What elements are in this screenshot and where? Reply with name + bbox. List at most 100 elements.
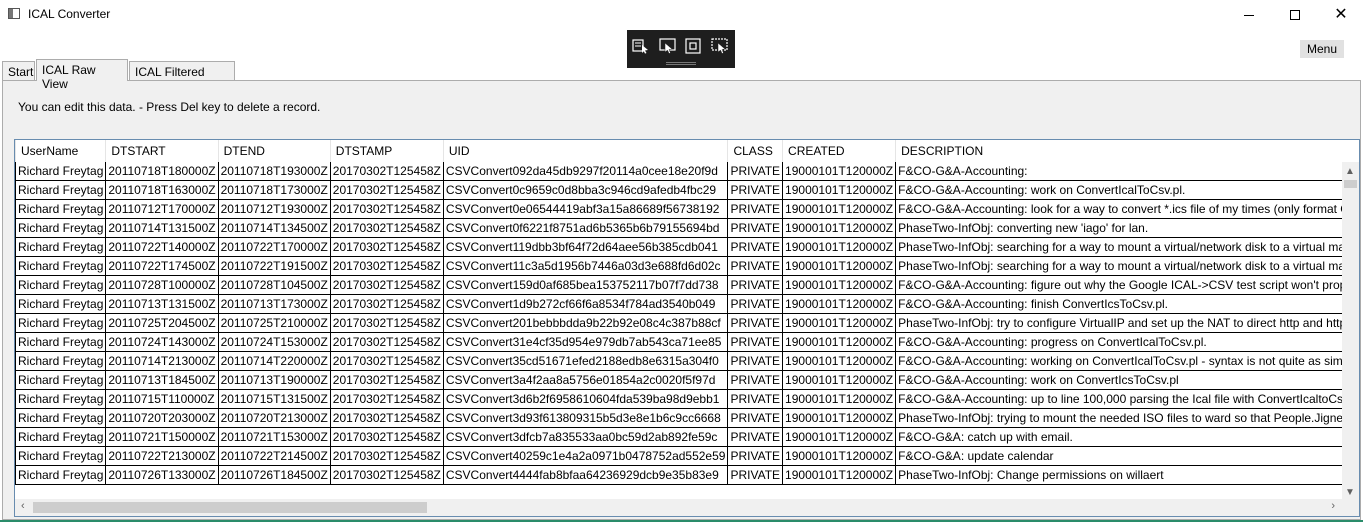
cell-dtend[interactable]: 20110715T131500Z: [218, 389, 331, 409]
cell-description[interactable]: F&CO-G&A: catch up with email.: [895, 427, 1359, 447]
table-row[interactable]: Richard Freytag 20110728T100000Z 20110728T…: [15, 275, 1359, 295]
cell-username[interactable]: Richard Freytag: [15, 313, 107, 333]
cell-dtstamp[interactable]: 20170302T125458Z: [330, 218, 444, 238]
cell-dtstamp[interactable]: 20170302T125458Z: [330, 256, 444, 276]
column-header-class[interactable]: CLASS: [727, 140, 784, 162]
cell-dtend[interactable]: 20110720T213000Z: [218, 408, 331, 428]
cell-description[interactable]: F&CO-G&A-Accounting: work on ConvertIcsT…: [895, 370, 1359, 390]
cell-dtstart[interactable]: 20110714T131500Z: [105, 218, 219, 238]
cell-username[interactable]: Richard Freytag: [15, 162, 107, 181]
cell-username[interactable]: Richard Freytag: [15, 180, 107, 200]
cell-description[interactable]: PhaseTwo-InfObj: searching for a way to …: [895, 256, 1359, 276]
cell-dtstamp[interactable]: 20170302T125458Z: [330, 389, 444, 409]
cell-class[interactable]: PRIVATE: [727, 275, 784, 295]
column-header-description[interactable]: DESCRIPTION: [895, 140, 1359, 162]
cell-username[interactable]: Richard Freytag: [15, 465, 107, 485]
region-select-icon[interactable]: [711, 38, 729, 54]
scroll-right-icon[interactable]: ›: [1331, 500, 1335, 512]
table-row[interactable]: Richard Freytag 20110714T131500Z 20110714T…: [15, 218, 1359, 238]
cell-created[interactable]: 19000101T120000Z: [782, 351, 897, 371]
cell-dtstart[interactable]: 20110726T133000Z: [105, 465, 219, 485]
scroll-up-icon[interactable]: ▲: [1345, 166, 1355, 177]
cell-username[interactable]: Richard Freytag: [15, 408, 107, 428]
cell-dtstamp[interactable]: 20170302T125458Z: [330, 332, 444, 352]
cell-description[interactable]: PhaseTwo-InfObj: Change permissions on w…: [895, 465, 1359, 485]
cell-class[interactable]: PRIVATE: [727, 370, 784, 390]
cell-created[interactable]: 19000101T120000Z: [782, 275, 897, 295]
cell-created[interactable]: 19000101T120000Z: [782, 408, 897, 428]
cell-uid[interactable]: CSVConvert1d9b272cf66f6a8534f784ad3540b0…: [443, 294, 729, 314]
table-row[interactable]: Richard Freytag 20110725T204500Z 20110725T…: [15, 313, 1359, 333]
cell-uid[interactable]: CSVConvert3d93f613809315b5d3e8e1b6c9cc66…: [443, 408, 729, 428]
cell-uid[interactable]: CSVConvert35cd51671efed2188edb8e6315a304…: [443, 351, 729, 371]
cell-description[interactable]: PhaseTwo-InfObj: converting new 'iago' f…: [895, 218, 1359, 238]
cell-uid[interactable]: CSVConvert11c3a5d1956b7446a03d3e688fd6d0…: [443, 256, 729, 276]
cell-created[interactable]: 19000101T120000Z: [782, 427, 897, 447]
table-row[interactable]: Richard Freytag 20110726T133000Z 20110726T…: [15, 465, 1359, 485]
cell-uid[interactable]: CSVConvert119dbb3bf64f72d64aee56b385cdb0…: [443, 237, 729, 257]
cell-dtstart[interactable]: 20110728T100000Z: [105, 275, 219, 295]
vertical-scroll-thumb[interactable]: [1344, 180, 1357, 188]
cell-dtstart[interactable]: 20110724T143000Z: [105, 332, 219, 352]
cell-class[interactable]: PRIVATE: [727, 180, 784, 200]
cell-description[interactable]: F&CO-G&A-Accounting: finish ConvertIcsTo…: [895, 294, 1359, 314]
column-header-dtend[interactable]: DTEND: [218, 140, 331, 162]
cell-uid[interactable]: CSVConvert159d0af685bea153752117b07f7dd7…: [443, 275, 729, 295]
cell-username[interactable]: Richard Freytag: [15, 332, 107, 352]
cell-dtstart[interactable]: 20110712T170000Z: [105, 199, 219, 219]
cell-class[interactable]: PRIVATE: [727, 256, 784, 276]
cell-uid[interactable]: CSVConvert4444fab8bfaa64236929dcb9e35b83…: [443, 465, 729, 485]
vertical-scrollbar[interactable]: ▲ ▼: [1342, 162, 1359, 500]
cell-username[interactable]: Richard Freytag: [15, 427, 107, 447]
cell-created[interactable]: 19000101T120000Z: [782, 199, 897, 219]
cell-dtend[interactable]: 20110722T191500Z: [218, 256, 331, 276]
cell-username[interactable]: Richard Freytag: [15, 351, 107, 371]
cell-created[interactable]: 19000101T120000Z: [782, 218, 897, 238]
cell-username[interactable]: Richard Freytag: [15, 237, 107, 257]
cell-dtstart[interactable]: 20110714T213000Z: [105, 351, 219, 371]
cell-description[interactable]: F&CO-G&A-Accounting: work on ConvertIcal…: [895, 180, 1359, 200]
horizontal-scrollbar[interactable]: ‹ ›: [15, 499, 1359, 516]
cell-description[interactable]: F&CO-G&A-Accounting:: [895, 162, 1359, 181]
cell-username[interactable]: Richard Freytag: [15, 256, 107, 276]
cell-class[interactable]: PRIVATE: [727, 427, 784, 447]
cell-created[interactable]: 19000101T120000Z: [782, 389, 897, 409]
cell-dtstamp[interactable]: 20170302T125458Z: [330, 446, 444, 466]
cell-created[interactable]: 19000101T120000Z: [782, 370, 897, 390]
cell-dtstart[interactable]: 20110718T180000Z: [105, 162, 219, 181]
cell-dtend[interactable]: 20110712T193000Z: [218, 199, 331, 219]
cell-username[interactable]: Richard Freytag: [15, 199, 107, 219]
cell-created[interactable]: 19000101T120000Z: [782, 237, 897, 257]
data-grid[interactable]: UserName DTSTART DTEND DTSTAMP UID CLASS…: [14, 139, 1360, 517]
table-row[interactable]: Richard Freytag 20110721T150000Z 20110721T…: [15, 427, 1359, 447]
cell-dtstart[interactable]: 20110715T110000Z: [105, 389, 219, 409]
table-row[interactable]: Richard Freytag 20110722T213000Z 20110722T…: [15, 446, 1359, 466]
cell-dtend[interactable]: 20110722T170000Z: [218, 237, 331, 257]
cell-description[interactable]: PhaseTwo-InfObj: trying to mount the nee…: [895, 408, 1359, 428]
table-row[interactable]: Richard Freytag 20110718T180000Z 20110718T…: [15, 162, 1359, 181]
cell-uid[interactable]: CSVConvert0f6221f8751ad6b5365b6b79155694…: [443, 218, 729, 238]
column-header-dtstamp[interactable]: DTSTAMP: [330, 140, 444, 162]
cell-dtend[interactable]: 20110724T153000Z: [218, 332, 331, 352]
cell-uid[interactable]: CSVConvert3dfcb7a835533aa0bc59d2ab892fe5…: [443, 427, 729, 447]
cell-dtstamp[interactable]: 20170302T125458Z: [330, 237, 444, 257]
cell-created[interactable]: 19000101T120000Z: [782, 294, 897, 314]
select-cursor-icon[interactable]: [632, 38, 650, 54]
cell-dtend[interactable]: 20110713T190000Z: [218, 370, 331, 390]
cell-description[interactable]: F&CO-G&A-Accounting: working on ConvertI…: [895, 351, 1359, 371]
cell-class[interactable]: PRIVATE: [727, 162, 784, 181]
cell-class[interactable]: PRIVATE: [727, 446, 784, 466]
cell-created[interactable]: 19000101T120000Z: [782, 446, 897, 466]
cell-dtstart[interactable]: 20110718T163000Z: [105, 180, 219, 200]
cell-created[interactable]: 19000101T120000Z: [782, 180, 897, 200]
cell-uid[interactable]: CSVConvert201bebbbdda9b22b92e08c4c387b88…: [443, 313, 729, 333]
tab-ical-filtered-view[interactable]: ICAL Filtered View: [129, 61, 235, 93]
cell-dtend[interactable]: 20110713T173000Z: [218, 294, 331, 314]
frame-select-icon[interactable]: [684, 38, 702, 54]
cell-description[interactable]: PhaseTwo-InfObj: try to configure Virtua…: [895, 313, 1359, 333]
cell-dtstamp[interactable]: 20170302T125458Z: [330, 162, 444, 181]
cell-dtstamp[interactable]: 20170302T125458Z: [330, 199, 444, 219]
cell-username[interactable]: Richard Freytag: [15, 218, 107, 238]
cell-uid[interactable]: CSVConvert3d6b2f6958610604fda539ba98d9eb…: [443, 389, 729, 409]
cell-class[interactable]: PRIVATE: [727, 294, 784, 314]
